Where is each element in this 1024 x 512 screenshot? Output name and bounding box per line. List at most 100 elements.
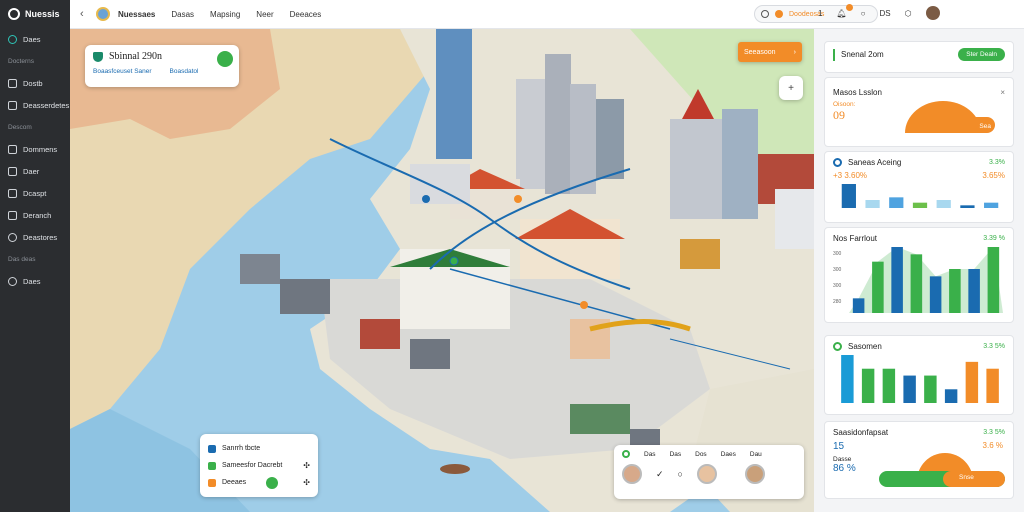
nav-tab[interactable]: Neer [256, 10, 273, 19]
navigate-button[interactable] [217, 51, 233, 67]
bar[interactable] [949, 269, 961, 313]
shield-icon[interactable]: ⬡ [905, 9, 912, 18]
person-avatar[interactable] [622, 464, 642, 484]
bar-card-left-value: +3 3.60% [833, 171, 868, 180]
mission-prefix: Oisoon: [833, 101, 856, 108]
chat-icon [8, 166, 17, 176]
y-tick-label: 300 [833, 251, 842, 257]
toggle-icon[interactable] [266, 476, 279, 489]
location-card[interactable]: Sbinnal 290n Boaasfceuset Saner Boasdato… [85, 45, 239, 87]
legend-label: Sanrrh tbcte [222, 445, 261, 452]
summary-card: Snenal 2om Ster Dealn [824, 41, 1014, 73]
season-chip[interactable]: Seeasoon › [738, 42, 802, 62]
sidebar-item-label: Deranch [23, 210, 52, 220]
sidebar-item[interactable]: Daes [0, 28, 70, 50]
bar[interactable] [912, 202, 928, 208]
bar[interactable] [841, 184, 856, 208]
app-logo[interactable]: Nuessis [0, 0, 70, 28]
legend-item[interactable]: Sameesfor Dacrebt ✣ [208, 457, 310, 474]
sidebar-item[interactable]: Deasserdetes [0, 94, 70, 116]
bar[interactable] [936, 200, 951, 208]
grid-icon [8, 144, 17, 154]
expand-icon[interactable]: ✣ [303, 461, 310, 470]
people-tab[interactable]: Dos [695, 451, 707, 458]
pin-icon[interactable]: DS [879, 9, 890, 18]
bar[interactable] [841, 355, 854, 403]
back-arrow-icon[interactable]: ‹ [80, 8, 90, 20]
corner-value: 3.3% [989, 159, 1005, 166]
bar[interactable] [861, 368, 875, 403]
satisfaction-value: 15 [833, 441, 845, 452]
bar[interactable] [944, 389, 958, 403]
people-tab[interactable]: Daes [721, 451, 736, 458]
people-tab[interactable]: Dau [750, 451, 762, 458]
help-icon[interactable]: 1 [818, 9, 822, 18]
nav-tab[interactable]: Nuessaes [118, 10, 155, 19]
satisfaction-corner: 3.3 5% [983, 429, 1005, 436]
bar[interactable] [987, 247, 1000, 313]
sidebar-item[interactable]: Daes [0, 270, 70, 292]
people-tab[interactable]: Das [644, 451, 656, 458]
legend-swatch [208, 478, 216, 487]
sidebar-item[interactable]: Deastores [0, 226, 70, 248]
people-tab[interactable]: Das [670, 451, 682, 458]
legend-swatch [208, 444, 216, 453]
y-tick-label: 300 [833, 267, 842, 273]
globe-icon[interactable]: ○ [861, 9, 866, 18]
chart-icon [833, 342, 842, 351]
sidebar-item[interactable]: Dostb [0, 72, 70, 94]
nav-tab[interactable]: Dasas [171, 10, 194, 19]
gauge-button-label[interactable]: Sea [979, 123, 991, 130]
bar[interactable] [872, 261, 884, 313]
nav-tab[interactable]: Mapsing [210, 10, 240, 19]
bar[interactable] [910, 254, 923, 313]
location-link[interactable]: Boaasfceuset Saner [93, 68, 152, 75]
bar[interactable] [965, 361, 979, 403]
user-avatar[interactable] [925, 6, 940, 20]
check-icon: ✓ [656, 468, 664, 479]
bar[interactable] [865, 200, 880, 208]
bar[interactable] [903, 375, 916, 403]
sidebar-item[interactable]: Deranch [0, 204, 70, 226]
sidebar-item[interactable]: Dcaspt [0, 182, 70, 204]
season-chip-label: Seeasoon [744, 48, 776, 56]
avatar[interactable] [96, 7, 110, 21]
bar[interactable] [986, 368, 999, 403]
sidebar-item[interactable]: Dommens [0, 138, 70, 160]
start-button[interactable]: Ster Dealn [958, 48, 1005, 61]
zoom-in-button[interactable]: + [779, 76, 803, 100]
legend-item[interactable]: Sanrrh tbcte [208, 440, 310, 457]
expand-icon[interactable]: ✣ [303, 478, 310, 487]
sidebar-item-label: Dommens [23, 144, 58, 154]
area-series [849, 247, 1003, 313]
bar[interactable] [882, 368, 896, 403]
circle-icon: ○ [677, 469, 683, 479]
sidebar-item-label: Daer [23, 166, 40, 176]
satisfaction-button[interactable]: Snse [959, 474, 974, 481]
bar[interactable] [852, 298, 865, 313]
satisfaction-percent: 86 % [833, 463, 856, 474]
close-icon[interactable]: × [1000, 88, 1005, 97]
search-icon [761, 10, 769, 18]
bar[interactable] [960, 205, 975, 208]
person-avatar[interactable] [696, 464, 717, 484]
sidebar-item[interactable]: Daer [0, 160, 70, 182]
bar[interactable] [889, 197, 904, 208]
bar[interactable] [984, 202, 999, 208]
sidebar-item-label: Dostb [23, 78, 43, 88]
map-canvas[interactable]: Sbinnal 290n Boaasfceuset Saner Boasdato… [70, 29, 814, 512]
bar[interactable] [968, 269, 980, 313]
bell-icon[interactable]: 🔔︎ [836, 3, 853, 18]
bar[interactable] [929, 276, 942, 313]
sidebar-item-label: Daes [23, 34, 41, 44]
nav-tab[interactable]: Deeaces [290, 10, 322, 19]
location-title: Sbinnal 290n [109, 51, 163, 62]
person-avatar[interactable] [744, 464, 765, 484]
bar[interactable] [924, 375, 937, 403]
bar-card-right-value: 3.3 5% [983, 343, 1005, 350]
legend-item[interactable]: Deeaes ✣ [208, 474, 310, 491]
location-link[interactable]: Boasdatol [170, 68, 199, 75]
map-illustration [70, 29, 814, 512]
bar[interactable] [891, 247, 903, 313]
gear-icon [8, 276, 17, 286]
